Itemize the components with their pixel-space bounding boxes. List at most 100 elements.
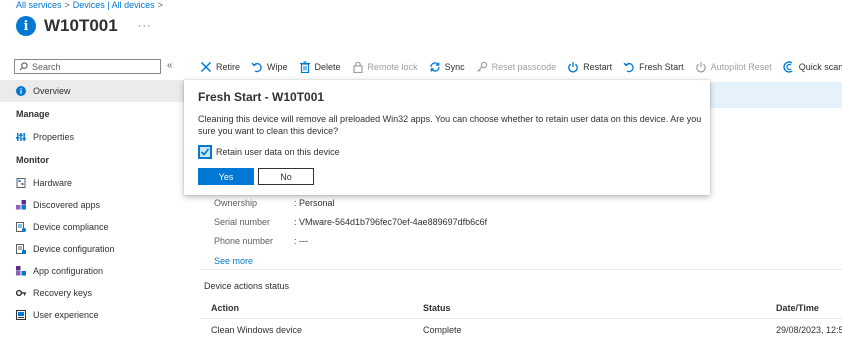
wipe-button[interactable]: Wipe [251,61,288,73]
section-manage: Manage [16,109,50,119]
sidebar-item-label: Properties [33,132,75,142]
dialog-message: Cleaning this device will remove all pre… [198,114,702,136]
search-icon [19,62,28,71]
table-header: Action Status Date/Time [200,297,842,319]
divider [200,269,842,270]
delete-label: Delete [314,62,341,72]
quick-scan-label: Quick scan [798,62,842,72]
cell-status: Complete [423,325,462,335]
autopilot-reset-button[interactable]: Autopilot Reset [695,61,772,73]
yes-button[interactable]: Yes [198,168,254,185]
properties-icon [16,133,26,141]
property-label: Phone number [214,235,274,246]
configuration-icon [16,244,26,254]
sidebar-item-device-compliance[interactable]: Device compliance [0,216,184,238]
sidebar-item-label: Discovered apps [33,200,101,210]
device-properties: Ownership : Personal Serial number : VMw… [214,193,487,250]
cell-action: Clean Windows device [211,325,303,335]
key-icon [16,289,26,297]
retire-label: Retire [216,62,241,72]
info-icon: i [16,16,36,36]
user-experience-icon [16,310,26,320]
retain-user-data-checkbox[interactable] [198,145,212,159]
info-icon [16,86,26,96]
property-row: Ownership : Personal [214,193,487,212]
sync-icon [429,62,440,72]
property-row: Serial number : VMware-564d1b796fec70ef-… [214,212,487,231]
power-icon [568,62,578,73]
sidebar-item-user-experience[interactable]: User experience [0,304,184,326]
compliance-icon [16,222,26,232]
quick-scan-button[interactable]: Quick scan [783,61,842,73]
reset-passcode-button[interactable]: Reset passcode [476,61,557,73]
fresh-start-label: Fresh Start [639,62,684,72]
trash-icon [299,61,310,73]
section-monitor: Monitor [16,155,49,165]
sidebar-item-overview[interactable]: Overview [0,80,184,102]
sidebar-item-label: Hardware [33,178,73,188]
more-options-button[interactable]: ··· [138,20,152,32]
app-configuration-icon [16,266,26,276]
search-box[interactable] [14,59,161,74]
breadcrumb-separator: > [64,0,70,10]
x-icon [201,62,211,72]
see-more-link[interactable]: See more [214,256,253,266]
sidebar-item-recovery-keys[interactable]: Recovery keys [0,282,184,304]
breadcrumb-separator: > [157,0,163,10]
property-label: Serial number [214,216,271,227]
remote-lock-label: Remote lock [367,62,418,72]
autopilot-reset-label: Autopilot Reset [710,62,772,72]
sidebar-item-label: User experience [33,310,99,320]
sync-label: Sync [444,62,465,72]
sidebar-item-device-configuration[interactable]: Device configuration [0,238,184,260]
reset-passcode-label: Reset passcode [491,62,557,72]
sidebar-item-properties[interactable]: Properties [0,126,184,148]
sync-button[interactable]: Sync [429,61,465,73]
apps-icon [16,200,26,210]
collapse-sidebar-button[interactable]: « [167,60,173,71]
power-icon [695,62,706,73]
sidebar-item-label: Overview [33,86,71,96]
breadcrumb: All services > Devices | All devices > [16,0,166,10]
column-header-datetime[interactable]: Date/Time [776,303,819,313]
dialog-title: Fresh Start - W10T001 [198,90,325,104]
key-icon [476,61,487,72]
sidebar-item-label: App configuration [33,266,104,276]
retire-button[interactable]: Retire [200,61,240,73]
hardware-icon [16,178,26,188]
cell-datetime: 29/08/2023, 12:5 [776,325,842,335]
sidebar-item-label: Recovery keys [33,288,93,298]
title-row: i W10T001 ··· [16,14,152,38]
breadcrumb-all-services[interactable]: All services [16,0,62,10]
sidebar-item-app-configuration[interactable]: App configuration [0,260,184,282]
fresh-start-dialog: Fresh Start - W10T001 Cleaning this devi… [184,80,710,195]
search-input[interactable] [32,61,152,72]
retain-user-data-option[interactable]: Retain user data on this device [198,145,340,159]
sidebar-item-label: Device configuration [33,244,115,254]
lock-icon [352,61,363,73]
sidebar-item-label: Device compliance [33,222,109,232]
column-header-action[interactable]: Action [211,303,239,313]
scan-icon [783,61,793,73]
sidebar: Overview Manage Properties Monitor Hardw… [0,80,184,326]
sidebar-item-hardware[interactable]: Hardware [0,172,184,194]
property-value: : --- [294,235,308,246]
sidebar-item-discovered-apps[interactable]: Discovered apps [0,194,184,216]
remote-lock-button[interactable]: Remote lock [352,61,418,73]
breadcrumb-all-devices[interactable]: Devices | All devices [73,0,155,10]
undo-icon [251,62,262,73]
checkbox-label: Retain user data on this device [216,147,340,157]
delete-button[interactable]: Delete [299,61,341,73]
fresh-start-button[interactable]: Fresh Start [623,61,684,73]
command-bar: Retire Wipe Delete Remote lock Sync Rese… [200,58,842,76]
column-header-status[interactable]: Status [423,303,451,313]
checkmark-icon [200,148,210,156]
refresh-icon [623,62,634,73]
no-button[interactable]: No [258,168,314,185]
actions-status-title: Device actions status [204,281,290,291]
restart-button[interactable]: Restart [567,61,612,73]
property-row: Phone number : --- [214,231,487,250]
property-value: : Personal [294,197,335,208]
restart-label: Restart [583,62,613,72]
property-label: Ownership [214,197,258,208]
